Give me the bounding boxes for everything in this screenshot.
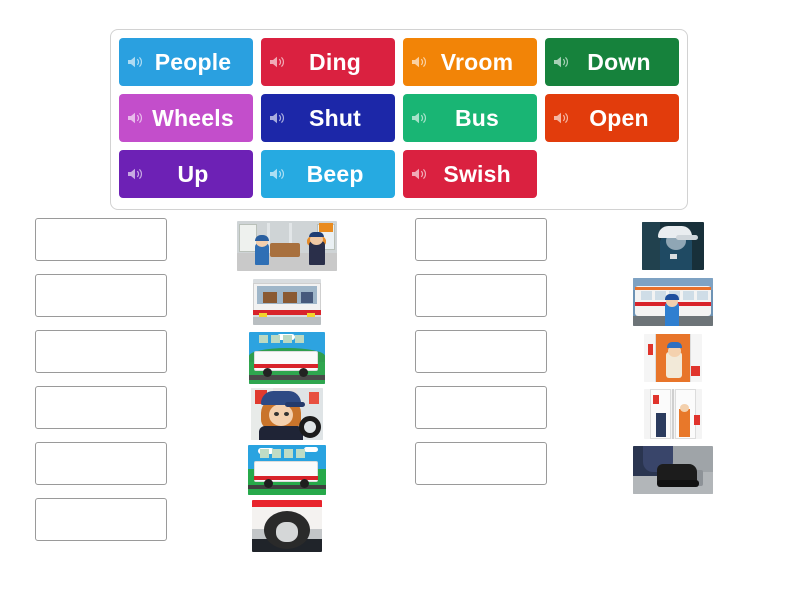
word-tile-tray: People Ding Vroom Down Wheels Shut Bus O… <box>110 29 688 210</box>
image-cell <box>222 442 352 498</box>
word-tile-wheels[interactable]: Wheels <box>119 94 253 142</box>
tile-label: Up <box>177 161 209 187</box>
image-bus-countryside <box>249 332 325 384</box>
speaker-icon[interactable] <box>269 110 285 126</box>
matching-board <box>0 218 800 578</box>
speaker-icon[interactable] <box>269 54 285 70</box>
drop-slot[interactable] <box>35 386 167 429</box>
image-cell <box>222 330 352 386</box>
word-tile-open[interactable]: Open <box>545 94 679 142</box>
drop-column-left <box>24 218 224 554</box>
tile-label: Bus <box>454 105 500 131</box>
drop-slot[interactable] <box>415 274 547 317</box>
image-cell <box>608 386 738 442</box>
image-door-shut <box>644 389 702 439</box>
tile-label: Shut <box>309 105 361 131</box>
image-bus-field <box>248 445 326 495</box>
tile-row-1: People Ding Vroom Down <box>119 38 687 86</box>
word-tile-vroom[interactable]: Vroom <box>403 38 537 86</box>
image-cell <box>222 498 352 554</box>
drop-slot[interactable] <box>35 498 167 541</box>
image-cell <box>222 274 352 330</box>
word-tile-shut[interactable]: Shut <box>261 94 395 142</box>
speaker-icon[interactable] <box>553 110 569 126</box>
tile-row-3: Up Beep Swish <box>119 150 687 198</box>
image-column-right <box>608 218 738 498</box>
image-cell <box>608 274 738 330</box>
image-cell <box>608 218 738 274</box>
speaker-icon[interactable] <box>411 166 427 182</box>
word-tile-up[interactable]: Up <box>119 150 254 198</box>
drop-slot[interactable] <box>35 218 167 261</box>
drop-slot[interactable] <box>415 218 547 261</box>
tile-label: Wheels <box>152 105 234 131</box>
image-conductor <box>642 222 704 270</box>
tile-row-empty-slot <box>545 150 679 198</box>
drop-slot[interactable] <box>415 386 547 429</box>
speaker-icon[interactable] <box>553 54 569 70</box>
tile-label: Beep <box>306 161 364 187</box>
image-cell <box>608 330 738 386</box>
drop-slot[interactable] <box>415 442 547 485</box>
image-bus-interior <box>237 221 337 271</box>
tile-label: Open <box>589 105 649 131</box>
drop-slot[interactable] <box>35 442 167 485</box>
image-cell <box>222 218 352 274</box>
speaker-icon[interactable] <box>411 54 427 70</box>
tile-label: Down <box>587 49 651 75</box>
word-tile-swish[interactable]: Swish <box>403 150 538 198</box>
tile-row-2: Wheels Shut Bus Open <box>119 94 687 142</box>
image-foot-pedal <box>633 446 713 494</box>
speaker-icon[interactable] <box>127 54 143 70</box>
speaker-icon[interactable] <box>127 110 143 126</box>
image-bus-window <box>253 279 321 325</box>
speaker-icon[interactable] <box>411 110 427 126</box>
image-bus-wheel <box>252 500 322 552</box>
word-tile-people[interactable]: People <box>119 38 253 86</box>
image-bus-driver <box>251 388 323 440</box>
tile-label: Ding <box>309 49 361 75</box>
drop-slot[interactable] <box>35 274 167 317</box>
drop-column-right <box>404 218 604 498</box>
image-trolleybus <box>633 278 713 326</box>
image-door-open <box>644 334 702 382</box>
tile-label: People <box>154 49 232 75</box>
word-tile-down[interactable]: Down <box>545 38 679 86</box>
tile-label: Vroom <box>440 49 514 75</box>
image-column-left <box>222 218 352 554</box>
word-tile-beep[interactable]: Beep <box>261 150 396 198</box>
speaker-icon[interactable] <box>127 166 143 182</box>
drop-slot[interactable] <box>35 330 167 373</box>
tile-label: Swish <box>443 161 511 187</box>
speaker-icon[interactable] <box>269 166 285 182</box>
word-tile-ding[interactable]: Ding <box>261 38 395 86</box>
image-cell <box>222 386 352 442</box>
drop-slot[interactable] <box>415 330 547 373</box>
image-cell <box>608 442 738 498</box>
word-tile-bus[interactable]: Bus <box>403 94 537 142</box>
